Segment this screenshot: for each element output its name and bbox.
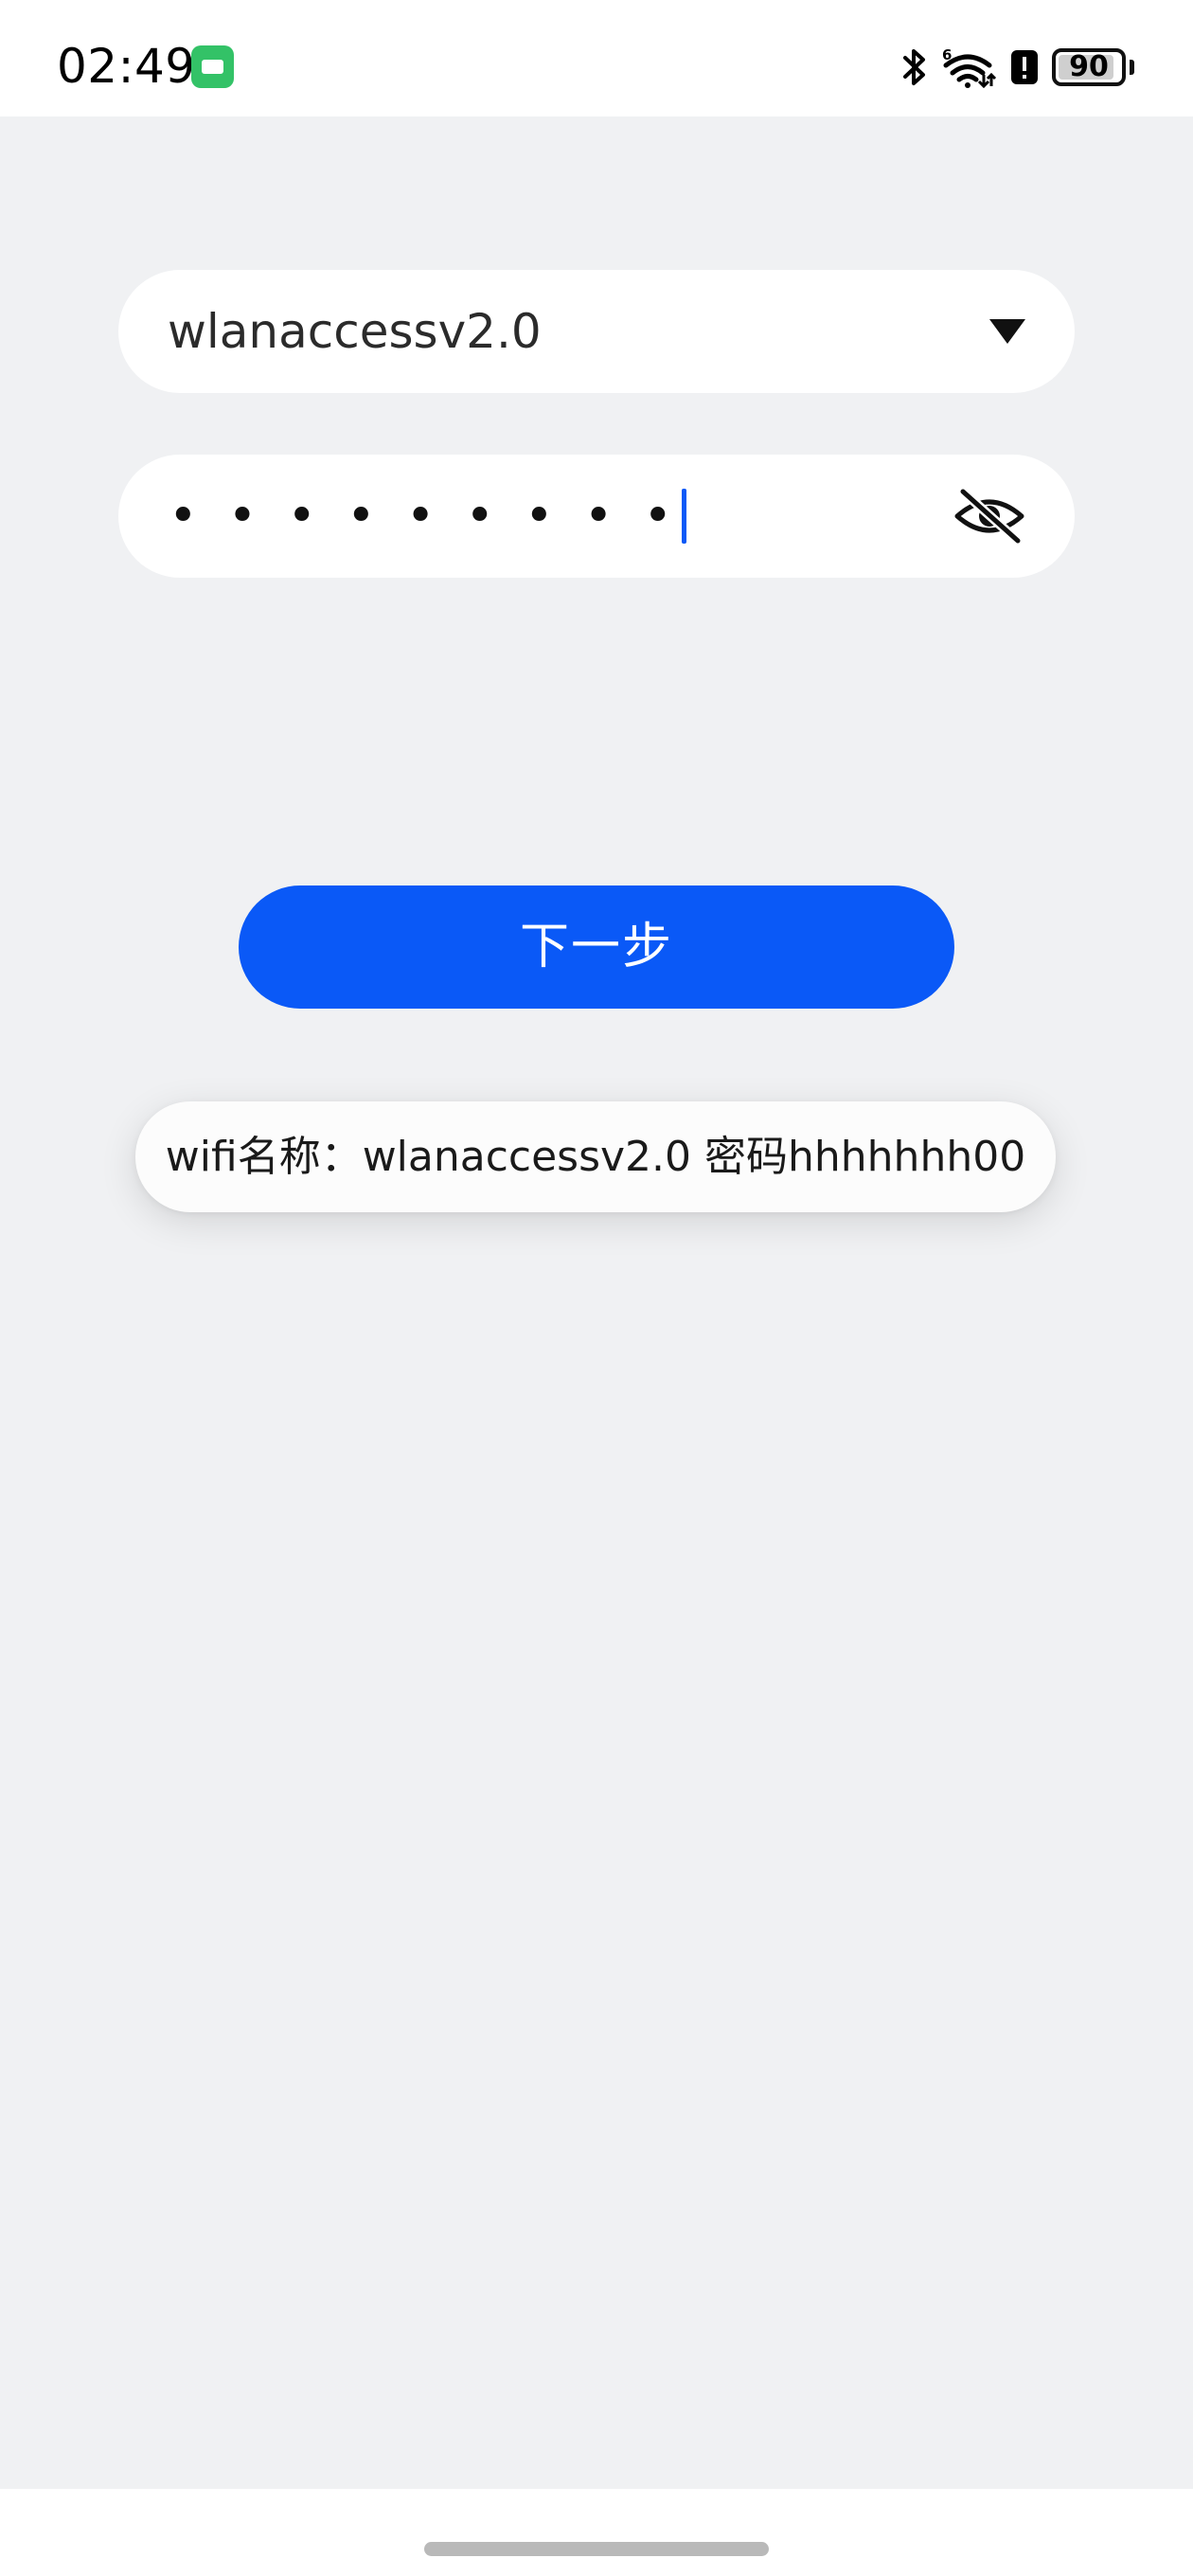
navigation-bar [0, 2489, 1193, 2576]
wifi-ssid-value: wlanaccessv2.0 [168, 304, 542, 359]
status-icons: 6 90 [900, 44, 1134, 91]
wifi-ssid-select[interactable]: wlanaccessv2.0 [118, 270, 1075, 393]
battery-percent: 90 [1069, 50, 1109, 83]
status-bar: 02:49 6 90 [0, 0, 1193, 116]
alert-icon [1011, 50, 1038, 84]
status-time: 02:49 [57, 39, 196, 94]
battery-cap [1130, 60, 1134, 75]
app-notification-icon [191, 45, 234, 88]
eye-off-icon[interactable] [953, 486, 1025, 546]
password-masked-value: ••••••••• [169, 455, 687, 578]
wifi-icon: 6 [942, 46, 997, 88]
wifi-password-input[interactable]: ••••••••• [118, 455, 1075, 578]
password-dots: ••••••••• [169, 488, 703, 545]
battery-icon: 90 [1052, 48, 1126, 86]
text-cursor [682, 489, 687, 544]
toast-message: wifi名称：wlanaccessv2.0 密码hhhhhhh00 [135, 1101, 1056, 1212]
dropdown-arrow-icon[interactable] [989, 319, 1025, 344]
bluetooth-icon [903, 49, 925, 85]
next-step-button[interactable]: 下一步 [239, 886, 954, 1009]
home-indicator[interactable] [424, 2542, 769, 2556]
